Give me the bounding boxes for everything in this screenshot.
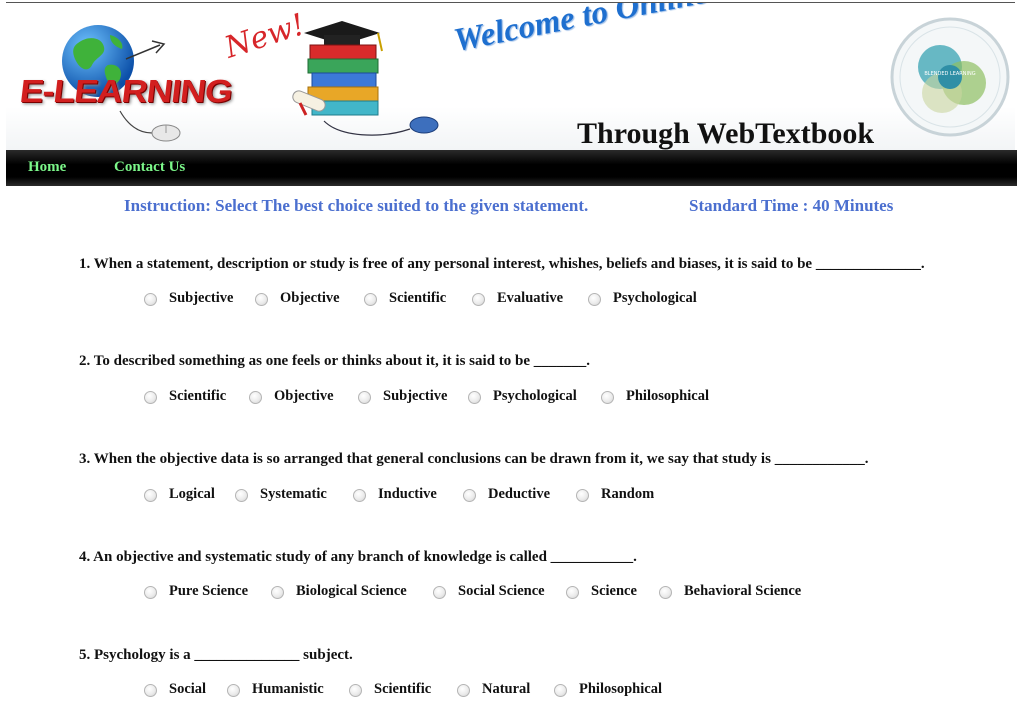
q3-option-4[interactable]: Deductive [463, 486, 550, 503]
header-banner: E-LEARNING New! Welcome to Online E-Lear… [6, 2, 1015, 151]
welcome-heading: Welcome to Online E-Learning [451, 3, 876, 60]
q4-option-1[interactable]: Pure Science [144, 583, 248, 600]
standard-time-text: Standard Time : 40 Minutes [689, 196, 894, 215]
option-label: Objective [280, 290, 340, 306]
option-label: Evaluative [497, 290, 564, 306]
option-label: Scientific [374, 681, 432, 697]
q1-option-4[interactable]: Evaluative [472, 290, 563, 307]
option-label: Objective [274, 388, 334, 404]
q5-option-4[interactable]: Natural [457, 681, 530, 698]
radio-button[interactable] [659, 586, 672, 599]
nav-bar: Home Contact Us [6, 150, 1017, 186]
q4-option-5[interactable]: Behavioral Science [659, 583, 801, 600]
q3-option-3[interactable]: Inductive [353, 486, 437, 503]
q1-option-2[interactable]: Objective [255, 290, 340, 307]
radio-button[interactable] [144, 293, 157, 306]
option-label: Behavioral Science [684, 583, 802, 599]
radio-button[interactable] [601, 391, 614, 404]
option-label: Scientific [389, 290, 447, 306]
through-heading: Through WebTextbook [577, 117, 875, 150]
question-3: 3. When the objective data is so arrange… [79, 451, 869, 467]
radio-button[interactable] [144, 684, 157, 697]
page: E-LEARNING New! Welcome to Online E-Lear… [0, 0, 1017, 712]
q4-option-4[interactable]: Science [566, 583, 637, 600]
q3-option-2[interactable]: Systematic [235, 486, 327, 503]
arrow-icon [125, 40, 166, 60]
radio-button[interactable] [457, 684, 470, 697]
books-icon [292, 21, 439, 136]
radio-button[interactable] [468, 391, 481, 404]
q3-option-1[interactable]: Logical [144, 486, 215, 503]
q5-option-1[interactable]: Social [144, 681, 206, 698]
radio-button[interactable] [472, 293, 485, 306]
mouse-icon [119, 110, 181, 142]
option-label: Social Science [458, 583, 545, 599]
q2-option-1[interactable]: Scientific [144, 388, 226, 405]
option-label: Systematic [260, 486, 327, 502]
q1-option-1[interactable]: Subjective [144, 290, 233, 307]
q5-option-3[interactable]: Scientific [349, 681, 431, 698]
option-label: Logical [169, 486, 215, 502]
radio-button[interactable] [255, 293, 268, 306]
radio-button[interactable] [588, 293, 601, 306]
option-label: Humanistic [252, 681, 324, 697]
radio-button[interactable] [433, 586, 446, 599]
option-label: Subjective [383, 388, 448, 404]
q2-option-4[interactable]: Psychological [468, 388, 577, 405]
option-label: Biological Science [296, 583, 407, 599]
radio-button[interactable] [353, 489, 366, 502]
nav-home-link[interactable]: Home [28, 159, 66, 176]
radio-button[interactable] [249, 391, 262, 404]
radio-button[interactable] [364, 293, 377, 306]
radio-button[interactable] [144, 586, 157, 599]
q1-option-5[interactable]: Psychological [588, 290, 697, 307]
radio-button[interactable] [144, 391, 157, 404]
question-4: 4. An objective and systematic study of … [79, 549, 637, 565]
option-label: Scientific [169, 388, 227, 404]
q1-option-3[interactable]: Scientific [364, 290, 446, 307]
blended-learning-icon: BLENDED LEARNING [890, 17, 1010, 137]
radio-button[interactable] [463, 489, 476, 502]
q5-option-2[interactable]: Humanistic [227, 681, 324, 698]
option-label: Pure Science [169, 583, 249, 599]
option-label: Natural [482, 681, 531, 697]
instruction-text: Instruction: Select The best choice suit… [124, 196, 589, 215]
q4-option-3[interactable]: Social Science [433, 583, 545, 600]
nav-contact-link[interactable]: Contact Us [114, 159, 185, 176]
radio-button[interactable] [144, 489, 157, 502]
radio-button[interactable] [576, 489, 589, 502]
question-2: 2. To described something as one feels o… [79, 353, 591, 369]
question-1: 1. When a statement, description or stud… [79, 256, 925, 272]
radio-button[interactable] [235, 489, 248, 502]
option-label: Philosophical [579, 681, 662, 697]
option-label: Science [591, 583, 637, 599]
option-label: Deductive [488, 486, 551, 502]
question-5: 5. Psychology is a ______________ subjec… [79, 647, 353, 663]
radio-button[interactable] [554, 684, 567, 697]
radio-button[interactable] [349, 684, 362, 697]
option-label: Psychological [613, 290, 697, 306]
q2-option-3[interactable]: Subjective [358, 388, 447, 405]
q2-option-2[interactable]: Objective [249, 388, 334, 405]
option-label: Inductive [378, 486, 437, 502]
svg-text:BLENDED LEARNING: BLENDED LEARNING [924, 71, 975, 77]
q4-option-2[interactable]: Biological Science [271, 583, 407, 600]
radio-button[interactable] [358, 391, 371, 404]
logo-text: E-LEARNING [17, 73, 234, 109]
q3-option-5[interactable]: Random [576, 486, 654, 503]
q2-option-5[interactable]: Philosophical [601, 388, 709, 405]
option-label: Random [601, 486, 655, 502]
option-label: Subjective [169, 290, 234, 306]
option-label: Psychological [493, 388, 577, 404]
radio-button[interactable] [566, 586, 579, 599]
q5-option-5[interactable]: Philosophical [554, 681, 662, 698]
option-label: Philosophical [626, 388, 709, 404]
option-label: Social [169, 681, 207, 697]
radio-button[interactable] [271, 586, 284, 599]
radio-button[interactable] [227, 684, 240, 697]
